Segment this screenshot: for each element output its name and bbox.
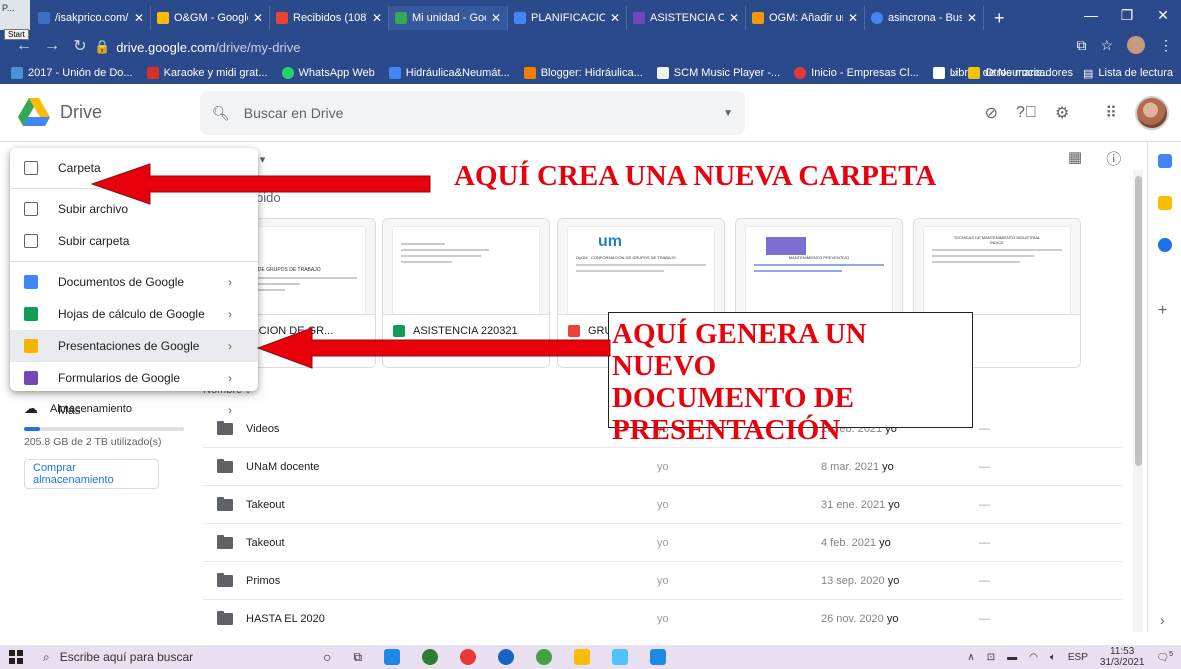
app-g-icon[interactable] xyxy=(574,649,591,665)
annotation-presentation-text: AQUÍ GENERA UN NUEVO DOCUMENTO DE PRESEN… xyxy=(612,318,974,446)
search-icon: ⌕ xyxy=(43,649,50,664)
chrome-profile-3-icon[interactable] xyxy=(536,649,553,665)
chrome-icon[interactable] xyxy=(422,649,439,665)
taskbar-apps: ○ ⧉ xyxy=(323,649,667,665)
taskbar-search-placeholder: Escribe aquí para buscar xyxy=(59,650,194,664)
clock-time: 11:53 xyxy=(1109,646,1135,657)
arrow-to-slides xyxy=(256,327,611,369)
notification-icon[interactable]: 🗨︎5 xyxy=(1156,651,1173,663)
notepad-icon[interactable] xyxy=(650,649,667,665)
taskbar-search[interactable]: ⌕ Escribe aquí para buscar xyxy=(43,650,283,665)
chrome-profile-2-icon[interactable] xyxy=(498,649,515,665)
cortana-icon[interactable]: ○ xyxy=(323,649,331,665)
volume-icon[interactable]: 🔈︎ xyxy=(1050,652,1056,663)
annotation-arrows xyxy=(90,163,611,369)
battery-icon[interactable]: ▬ xyxy=(1007,652,1017,663)
language-indicator[interactable]: ESP xyxy=(1068,652,1088,663)
network-icon[interactable]: ⊡ xyxy=(987,652,995,663)
file-explorer-icon[interactable] xyxy=(384,649,401,665)
notification-count: 5 xyxy=(1169,650,1173,658)
annotation-line1: AQUÍ GENERA UN NUEVO xyxy=(612,318,867,382)
taskbar: ⌕ Escribe aquí para buscar ○ ⧉ ∧ ⊡ ▬ ◠ 🔈︎… xyxy=(0,645,1181,669)
annotation-folder-text: AQUÍ CREA UNA NUEVA CARPETA xyxy=(454,160,937,192)
snipping-tool-icon[interactable] xyxy=(612,649,629,665)
windows-start-icon[interactable] xyxy=(9,650,23,664)
clock[interactable]: 11:53 31/3/2021 xyxy=(1100,646,1145,668)
tray-expand-icon[interactable]: ∧ xyxy=(967,652,974,663)
annotation-line2: DOCUMENTO DE PRESENTACIÓN xyxy=(612,382,854,446)
clock-date: 31/3/2021 xyxy=(1099,657,1145,668)
system-tray: ∧ ⊡ ▬ ◠ 🔈︎ ESP 11:53 31/3/2021 🗨︎5 xyxy=(967,645,1173,669)
arrow-to-folder xyxy=(90,163,431,205)
chrome-profile-icon[interactable] xyxy=(460,649,477,665)
wifi-icon[interactable]: ◠ xyxy=(1029,652,1038,663)
task-view-icon[interactable]: ⧉ xyxy=(353,650,362,665)
